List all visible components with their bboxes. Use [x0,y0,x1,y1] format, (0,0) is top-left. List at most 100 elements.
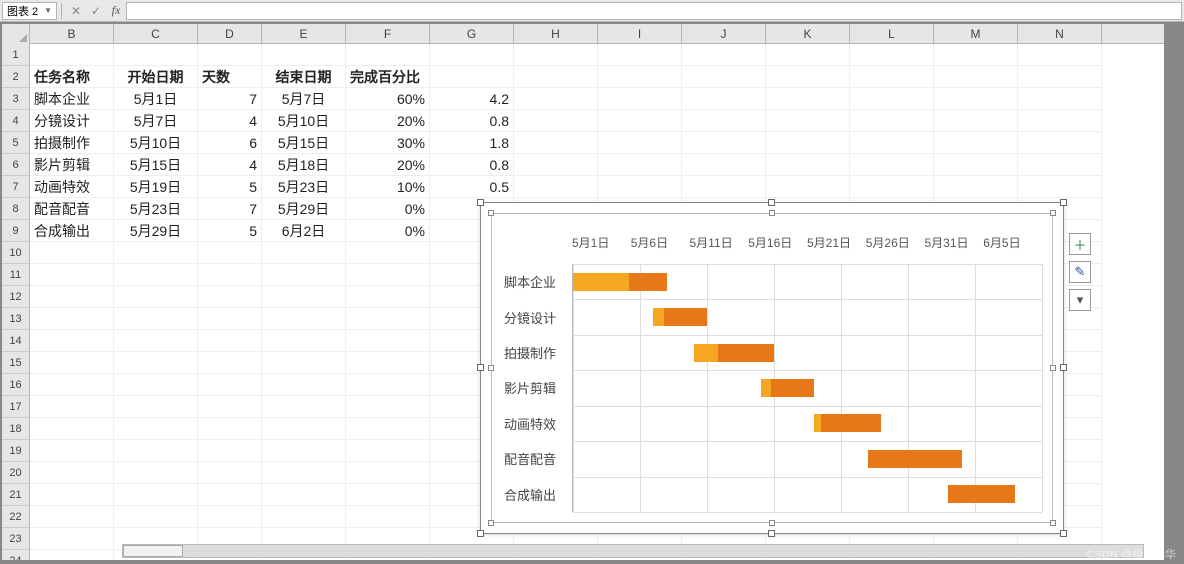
cell-D7[interactable]: 5 [198,176,262,198]
col-header-B[interactable]: B [30,24,114,44]
plot-handle[interactable] [769,210,775,216]
cell-F6[interactable]: 20% [346,154,430,176]
gantt-bar[interactable] [573,414,1042,432]
cell-B6[interactable]: 影片剪辑 [30,154,114,176]
cell-D15[interactable] [198,352,262,374]
col-header-H[interactable]: H [514,24,598,44]
cell-C20[interactable] [114,462,198,484]
cell-I1[interactable] [598,44,682,66]
cell-F2[interactable]: 完成百分比 [346,66,430,88]
cell-F20[interactable] [346,462,430,484]
cell-G3[interactable]: 4.2 [430,88,514,110]
cell-C6[interactable]: 5月15日 [114,154,198,176]
row-header-20[interactable]: 20 [2,462,30,484]
cell-D4[interactable]: 4 [198,110,262,132]
cell-F21[interactable] [346,484,430,506]
cell-D17[interactable] [198,396,262,418]
cell-N6[interactable] [1018,154,1102,176]
cell-E12[interactable] [262,286,346,308]
cell-D8[interactable]: 7 [198,198,262,220]
cell-H1[interactable] [514,44,598,66]
cell-B23[interactable] [30,528,114,550]
col-header-N[interactable]: N [1018,24,1102,44]
cell-B5[interactable]: 拍摄制作 [30,132,114,154]
cell-F10[interactable] [346,242,430,264]
row-header-14[interactable]: 14 [2,330,30,352]
cell-F17[interactable] [346,396,430,418]
confirm-icon[interactable]: ✓ [88,4,104,18]
resize-handle[interactable] [1060,530,1067,537]
cell-E13[interactable] [262,308,346,330]
row-header-24[interactable]: 24 [2,550,30,560]
cell-H5[interactable] [514,132,598,154]
plot-handle[interactable] [1050,210,1056,216]
cell-D14[interactable] [198,330,262,352]
cell-E17[interactable] [262,396,346,418]
cell-M1[interactable] [934,44,1018,66]
cell-E7[interactable]: 5月23日 [262,176,346,198]
cell-J7[interactable] [682,176,766,198]
cell-B12[interactable] [30,286,114,308]
row-header-22[interactable]: 22 [2,506,30,528]
row-header-10[interactable]: 10 [2,242,30,264]
cell-K6[interactable] [766,154,850,176]
resize-handle[interactable] [768,530,775,537]
row-header-3[interactable]: 3 [2,88,30,110]
name-box[interactable]: 图表 2 ▼ [2,2,57,20]
cell-K3[interactable] [766,88,850,110]
col-header-L[interactable]: L [850,24,934,44]
cell-D22[interactable] [198,506,262,528]
cell-D20[interactable] [198,462,262,484]
row-header-5[interactable]: 5 [2,132,30,154]
row-header-15[interactable]: 15 [2,352,30,374]
cell-F14[interactable] [346,330,430,352]
resize-handle[interactable] [477,364,484,371]
cell-G5[interactable]: 1.8 [430,132,514,154]
chart-object[interactable]: ＋ ✎ ▾ 5月1日5月6日5月11日5月16日5月21日5月26日5月31日6… [480,202,1064,534]
cell-B9[interactable]: 合成输出 [30,220,114,242]
cell-C3[interactable]: 5月1日 [114,88,198,110]
cell-B21[interactable] [30,484,114,506]
row-header-4[interactable]: 4 [2,110,30,132]
row-header-17[interactable]: 17 [2,396,30,418]
cell-F19[interactable] [346,440,430,462]
cell-M4[interactable] [934,110,1018,132]
cell-M6[interactable] [934,154,1018,176]
cell-D5[interactable]: 6 [198,132,262,154]
cell-J4[interactable] [682,110,766,132]
cell-L2[interactable] [850,66,934,88]
cell-C7[interactable]: 5月19日 [114,176,198,198]
row-header-2[interactable]: 2 [2,66,30,88]
cell-I7[interactable] [598,176,682,198]
cell-G2[interactable] [430,66,514,88]
resize-handle[interactable] [477,530,484,537]
row-header-8[interactable]: 8 [2,198,30,220]
chart-brush-icon[interactable]: ✎ [1069,261,1091,283]
cell-C11[interactable] [114,264,198,286]
cell-C8[interactable]: 5月23日 [114,198,198,220]
row-header-7[interactable]: 7 [2,176,30,198]
cell-F5[interactable]: 30% [346,132,430,154]
cell-I3[interactable] [598,88,682,110]
cell-C14[interactable] [114,330,198,352]
cell-C18[interactable] [114,418,198,440]
cell-J6[interactable] [682,154,766,176]
cell-I4[interactable] [598,110,682,132]
cell-B22[interactable] [30,506,114,528]
cell-D10[interactable] [198,242,262,264]
cell-M7[interactable] [934,176,1018,198]
cell-E16[interactable] [262,374,346,396]
cell-G7[interactable]: 0.5 [430,176,514,198]
cell-L6[interactable] [850,154,934,176]
row-header-13[interactable]: 13 [2,308,30,330]
cell-F11[interactable] [346,264,430,286]
cell-B4[interactable]: 分镜设计 [30,110,114,132]
cell-N7[interactable] [1018,176,1102,198]
cell-E9[interactable]: 6月2日 [262,220,346,242]
cell-N1[interactable] [1018,44,1102,66]
cell-E1[interactable] [262,44,346,66]
cell-N5[interactable] [1018,132,1102,154]
col-header-G[interactable]: G [430,24,514,44]
cell-E6[interactable]: 5月18日 [262,154,346,176]
cell-K5[interactable] [766,132,850,154]
